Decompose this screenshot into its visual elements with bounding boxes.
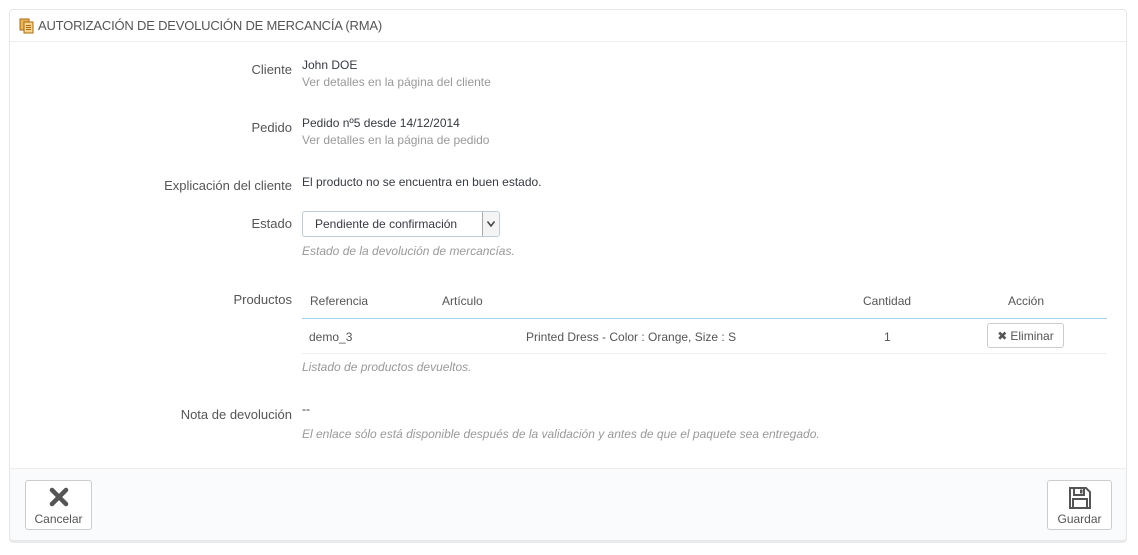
status-selected-value: Pendiente de confirmación [315,217,458,231]
close-icon [48,486,70,511]
rma-panel: AUTORIZACIÓN DE DEVOLUCIÓN DE MERCANCÍA … [9,9,1127,541]
products-help: Listado de productos devueltos. [302,360,472,374]
row-article: Printed Dress - Color : Orange, Size : S [526,330,737,344]
header-article: Artículo [442,294,483,308]
save-button[interactable]: Guardar [1047,480,1112,530]
header-action: Acción [1008,294,1045,308]
cancel-button[interactable]: Cancelar [25,480,92,530]
table-row: demo_3 Printed Dress - Color : Orange, S… [302,319,1107,354]
explanation-value: El producto no se encuentra en buen esta… [302,175,542,189]
explanation-label: Explicación del cliente [164,178,292,193]
delete-button-label: Eliminar [1010,328,1054,343]
products-table-header: Referencia Artículo Cantidad Acción [302,290,1107,319]
status-select[interactable]: Pendiente de confirmación [302,211,500,237]
customer-label: Cliente [251,62,292,77]
save-button-label: Guardar [1057,512,1102,526]
return-note-label: Nota de devolución [180,407,292,422]
products-label: Productos [233,292,292,307]
row-reference: demo_3 [309,330,353,344]
products-table: Referencia Artículo Cantidad Acción demo… [302,290,1107,354]
cancel-button-label: Cancelar [34,512,83,526]
customer-name: John DOE [302,58,358,72]
order-details-link[interactable]: Ver detalles en la página de pedido [302,133,489,147]
header-quantity: Cantidad [863,294,912,308]
chevron-down-icon [482,212,499,236]
return-note-help: El enlace sólo está disponible después d… [302,427,820,441]
panel-heading: AUTORIZACIÓN DE DEVOLUCIÓN DE MERCANCÍA … [10,10,1126,42]
status-help: Estado de la devolución de mercancías. [302,244,515,258]
customer-details-link[interactable]: Ver detalles en la página del cliente [302,75,491,89]
floppy-disk-icon [1068,486,1092,513]
header-reference: Referencia [310,294,369,308]
order-value: Pedido nº5 desde 14/12/2014 [302,116,460,130]
row-quantity: 1 [884,330,891,344]
times-icon: ✖ [997,328,1008,343]
panel-title: AUTORIZACIÓN DE DEVOLUCIÓN DE MERCANCÍA … [38,18,382,33]
return-note-value: -- [302,402,310,416]
delete-product-button[interactable]: ✖ Eliminar [987,323,1064,348]
status-label: Estado [251,216,292,231]
order-label: Pedido [251,120,292,135]
copy-icon [19,18,35,34]
panel-footer: Cancelar Guardar [10,468,1126,540]
